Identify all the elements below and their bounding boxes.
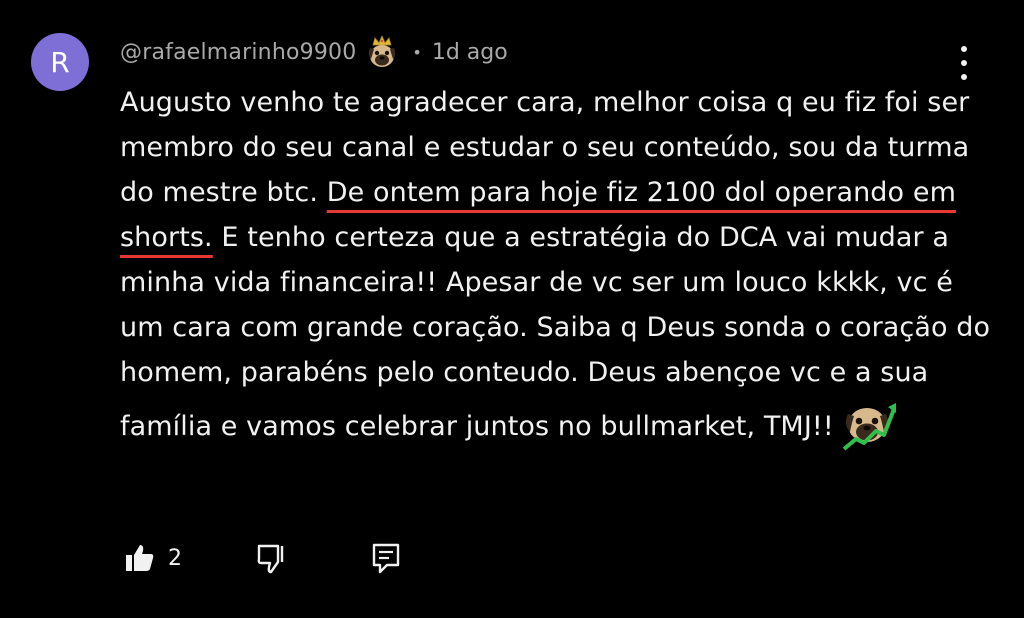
like-count: 2: [168, 545, 182, 571]
comment-card: R @rafaelmarinho9900 • 1d ago Augusto ve…: [0, 0, 1024, 618]
meta-separator: •: [412, 42, 422, 62]
pug-king-icon: [364, 34, 400, 70]
author-handle[interactable]: @rafaelmarinho9900: [120, 40, 356, 65]
more-vertical-icon[interactable]: [950, 46, 978, 80]
thumbs-up-icon[interactable]: [120, 538, 160, 578]
comment-text: Augusto venho te agradecer cara, melhor …: [120, 80, 1000, 453]
avatar-letter: R: [50, 45, 70, 79]
avatar[interactable]: R: [31, 33, 89, 91]
comment-header: @rafaelmarinho9900 • 1d ago: [120, 34, 508, 70]
comment-time[interactable]: 1d ago: [432, 40, 508, 65]
reply-comment-icon[interactable]: [366, 538, 406, 578]
pug-chart-up-icon: [840, 395, 898, 453]
thumbs-down-icon[interactable]: [252, 538, 292, 578]
comment-actions: 2: [120, 538, 406, 578]
